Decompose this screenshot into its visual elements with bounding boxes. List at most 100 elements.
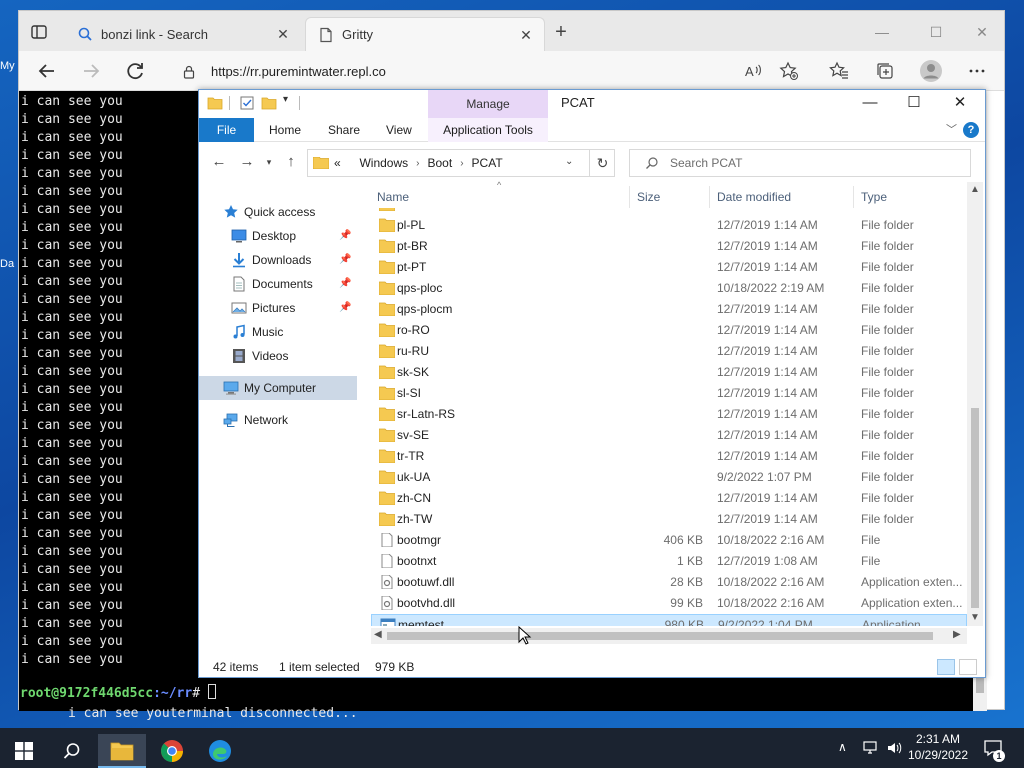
close-window-button[interactable]: ✕ [937, 90, 983, 118]
file-row[interactable]: uk-UA 9/2/2022 1:07 PM File folder [371, 467, 967, 488]
pin-icon[interactable]: 📌 [339, 272, 351, 296]
search-button[interactable] [48, 734, 96, 768]
start-button[interactable] [0, 734, 48, 768]
file-row[interactable]: ru-RU 12/7/2019 1:14 AM File folder [371, 341, 967, 362]
nav-item-downloads[interactable]: Downloads 📌 [199, 248, 357, 272]
column-header-date[interactable]: Date modified [717, 186, 791, 208]
pin-icon[interactable]: 📌 [339, 224, 351, 248]
file-row[interactable]: tr-TR 12/7/2019 1:14 AM File folder [371, 446, 967, 467]
file-row[interactable]: sr-Latn-RS 12/7/2019 1:14 AM File folder [371, 404, 967, 425]
new-folder-icon[interactable] [261, 95, 277, 111]
tab-actions-icon[interactable] [29, 22, 49, 42]
maximize-button[interactable]: ☐ [925, 21, 947, 43]
minimize-button[interactable]: — [847, 90, 893, 118]
breadcrumb-separator-icon[interactable]: › [460, 158, 463, 169]
profile-avatar-icon[interactable] [919, 59, 943, 83]
file-row[interactable]: pt-BR 12/7/2019 1:14 AM File folder [371, 236, 967, 257]
file-row[interactable]: bootuwf.dll 28 KB 10/18/2022 2:16 AM Applic… [371, 572, 967, 593]
taskbar-edge[interactable] [196, 734, 244, 768]
file-row[interactable]: zh-CN 12/7/2019 1:14 AM File folder [371, 488, 967, 509]
nav-item-videos[interactable]: Videos [199, 344, 357, 368]
file-row[interactable]: pl-PL 12/7/2019 1:14 AM File folder [371, 215, 967, 236]
maximize-button[interactable]: ☐ [891, 90, 937, 118]
tab-home[interactable]: Home [269, 118, 301, 142]
file-row[interactable]: pt-PT 12/7/2019 1:14 AM File folder [371, 257, 967, 278]
back-arrow-icon[interactable] [35, 59, 59, 83]
refresh-icon[interactable]: ↻ [589, 150, 615, 176]
column-header-type[interactable]: Type [861, 186, 887, 208]
back-arrow-icon[interactable]: ← [211, 154, 227, 170]
close-tab-icon[interactable]: ✕ [518, 27, 534, 43]
add-favorite-icon[interactable] [779, 61, 799, 81]
breadcrumb-boot[interactable]: Boot [428, 156, 453, 170]
file-row[interactable]: sl-SI 12/7/2019 1:14 AM File folder [371, 383, 967, 404]
nav-item-music[interactable]: Music [199, 320, 357, 344]
manage-contextual-tab[interactable]: Manage [428, 90, 548, 118]
file-row[interactable]: memtest 980 KB 9/2/2022 1:04 PM Application [371, 614, 967, 626]
url-field[interactable]: https://rr.puremintwater.repl.co [169, 58, 749, 84]
help-button[interactable]: ? [963, 122, 979, 138]
pin-icon[interactable]: 📌 [339, 248, 351, 272]
close-tab-icon[interactable]: ✕ [275, 26, 291, 42]
column-header-size[interactable]: Size [637, 186, 660, 208]
vertical-scrollbar[interactable]: ▲ ▼ [967, 182, 983, 626]
nav-item-quick-access[interactable]: Quick access [199, 200, 357, 224]
address-dropdown-icon[interactable]: ⌄ [565, 156, 573, 167]
file-row[interactable]: sv-SE 12/7/2019 1:14 AM File folder [371, 425, 967, 446]
expand-ribbon-icon[interactable]: ﹀ [946, 121, 957, 137]
file-row[interactable]: qps-ploc 10/18/2022 2:19 AM File folder [371, 278, 967, 299]
file-row[interactable]: ro-RO 12/7/2019 1:14 AM File folder [371, 320, 967, 341]
scroll-left-icon[interactable]: ◀ [374, 629, 382, 640]
large-icons-view-button[interactable] [959, 659, 977, 675]
nav-item-documents[interactable]: Documents 📌 [199, 272, 357, 296]
nav-item-desktop[interactable]: Desktop 📌 [199, 224, 357, 248]
new-tab-button[interactable]: + [551, 22, 571, 43]
tab-view[interactable]: View [386, 118, 412, 142]
file-row[interactable]: qps-plocm 12/7/2019 1:14 AM File folder [371, 299, 967, 320]
show-hidden-icons-button[interactable]: ∧ [838, 740, 847, 754]
breadcrumb-windows[interactable]: Windows [359, 156, 408, 170]
file-row[interactable]: bootnxt 1 KB 12/7/2019 1:08 AM File [371, 551, 967, 572]
breadcrumb-separator-icon[interactable]: › [416, 158, 419, 169]
system-clock[interactable]: 2:31 AM 10/29/2022 [900, 731, 976, 763]
minimize-button[interactable]: — [871, 21, 893, 43]
file-row[interactable]: bootvhd.dll 99 KB 10/18/2022 2:16 AM Applic… [371, 593, 967, 614]
forward-arrow-icon[interactable] [79, 59, 103, 83]
collections-icon[interactable] [875, 61, 895, 81]
nav-item-my-computer[interactable]: My Computer [199, 376, 357, 400]
tab-share[interactable]: Share [328, 118, 360, 142]
terminal-prompt[interactable]: root@9172f446d5cc:~/rr# [20, 684, 216, 702]
file-row[interactable]: bootmgr 406 KB 10/18/2022 2:16 AM File [371, 530, 967, 551]
more-menu-icon[interactable] [967, 61, 987, 81]
taskbar-chrome[interactable] [148, 734, 196, 768]
tab-application-tools[interactable]: Application Tools [428, 118, 548, 142]
breadcrumb-overflow[interactable]: « [334, 156, 341, 170]
recent-locations-icon[interactable]: ▾ [261, 154, 277, 170]
tab-gritty[interactable]: Gritty ✕ [305, 17, 545, 51]
search-input[interactable]: Search PCAT [629, 149, 971, 177]
scroll-right-icon[interactable]: ▶ [953, 629, 961, 640]
up-arrow-icon[interactable]: ↑ [283, 154, 299, 170]
refresh-icon[interactable] [123, 59, 147, 83]
close-window-button[interactable]: ✕ [971, 21, 993, 43]
file-row[interactable]: zh-TW 12/7/2019 1:14 AM File folder [371, 509, 967, 530]
taskbar-file-explorer[interactable] [98, 734, 146, 768]
details-view-button[interactable] [937, 659, 955, 675]
quick-access-dropdown-icon[interactable]: ▾ [283, 94, 288, 105]
scroll-up-icon[interactable]: ▲ [970, 184, 980, 195]
properties-check-icon[interactable] [239, 95, 255, 111]
nav-item-pictures[interactable]: Pictures 📌 [199, 296, 357, 320]
forward-arrow-icon[interactable]: → [239, 154, 255, 170]
nav-item-network[interactable]: Network [199, 408, 357, 432]
tab-search[interactable]: bonzi link - Search ✕ [65, 17, 301, 51]
breadcrumb-pcat[interactable]: PCAT [472, 156, 503, 170]
scroll-down-icon[interactable]: ▼ [970, 612, 980, 623]
tab-file[interactable]: File [199, 118, 254, 142]
file-row[interactable]: sk-SK 12/7/2019 1:14 AM File folder [371, 362, 967, 383]
pin-icon[interactable]: 📌 [339, 296, 351, 320]
column-header-name[interactable]: Name [377, 186, 409, 208]
favorites-icon[interactable] [829, 61, 849, 81]
file-row[interactable]: nl-NL 12/7/2019 1:14 AM File folder [371, 208, 967, 215]
horizontal-scrollbar[interactable]: ◀ ▶ [371, 628, 967, 644]
network-status-icon[interactable] [862, 740, 880, 756]
